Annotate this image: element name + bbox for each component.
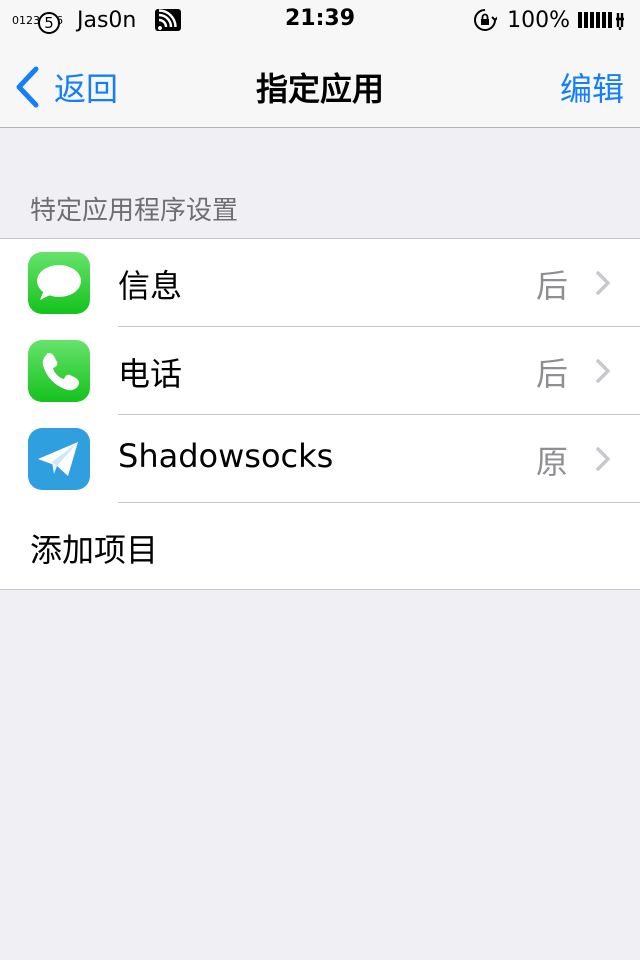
- status-bar: 01236 5 Jas0n 21:39 100%: [0, 0, 640, 40]
- list-item-detail: 后: [535, 267, 568, 305]
- phone-icon: [28, 340, 90, 402]
- messages-icon: [28, 252, 90, 314]
- app-settings-list: 信息 后 电话 后 Shadowsocks 原 添加项目: [0, 238, 640, 590]
- shadowsocks-icon: [28, 428, 90, 490]
- add-item-button[interactable]: 添加项目: [0, 503, 640, 591]
- edit-button[interactable]: 编辑: [560, 64, 624, 110]
- chevron-right-icon: [596, 359, 610, 383]
- list-item-phone[interactable]: 电话 后: [0, 327, 640, 415]
- status-right: 100%: [473, 6, 628, 34]
- list-item-label: 信息: [118, 267, 183, 305]
- list-item-detail: 原: [535, 443, 568, 481]
- list-item-shadowsocks[interactable]: Shadowsocks 原: [0, 415, 640, 503]
- list-item-detail: 后: [535, 355, 568, 393]
- page-title: 指定应用: [255, 70, 384, 108]
- chevron-right-icon: [596, 447, 610, 471]
- chevron-right-icon: [596, 271, 610, 295]
- add-item-label: 添加项目: [30, 531, 159, 569]
- battery-percent: 100%: [507, 7, 570, 33]
- list-item-label: Shadowsocks: [118, 437, 334, 475]
- list-item-label: 电话: [118, 355, 183, 393]
- rotation-lock-icon: [474, 9, 498, 31]
- battery-icon: [578, 12, 624, 30]
- list-item-messages[interactable]: 信息 后: [0, 239, 640, 327]
- section-header: 特定应用程序设置: [30, 196, 239, 226]
- navigation-bar: 返回 指定应用 编辑: [0, 40, 640, 128]
